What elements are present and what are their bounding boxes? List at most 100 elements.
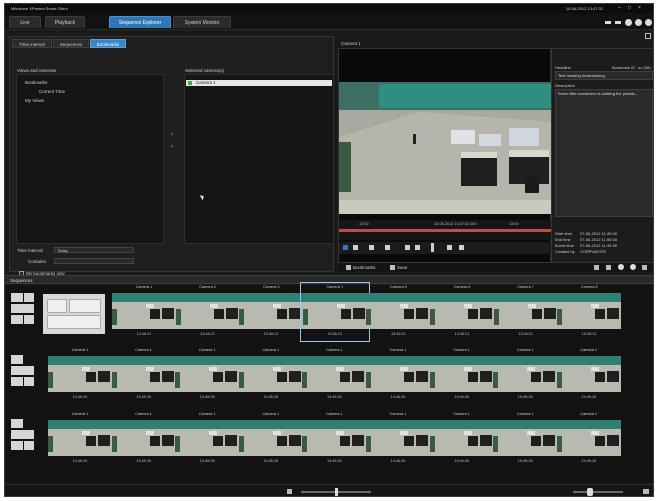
undock-icon[interactable] [642,265,647,270]
sequence-thumbnail[interactable]: Camera 1 13:46:26 [238,348,303,402]
save-button[interactable]: Save [390,264,407,271]
tree-item-bookmarks[interactable]: Bookmarks [25,80,48,85]
sequence-layout-preview[interactable] [43,294,105,334]
speed-slider-knob[interactable] [431,243,434,252]
thumbnail-slider-knob[interactable] [335,488,338,496]
sequence-thumbnail[interactable]: Camera 2 13:46:21 [175,285,240,339]
thumbnail-image [302,293,367,329]
contains-input[interactable] [54,258,134,264]
selected-cameras-list: Camera 1 [184,74,334,244]
sequence-thumbnail[interactable]: Camera 1 13:46:26 [302,348,367,402]
sequence-thumbnail[interactable]: Camera 1 13:46:26 [48,348,112,402]
thumbnail-time-label: 13:46:26 [581,395,597,399]
zoom-icon[interactable] [353,245,358,250]
sequence-thumbnail[interactable]: Camera 1 13:46:26 [48,412,112,466]
export-icon[interactable] [618,264,624,270]
camera-viewer[interactable]: 12:00 10-06-2012 13:47:32.000 13:00 [338,48,552,263]
thumbnail-camera-label: Camera 1 [389,412,407,416]
play-reverse-icon[interactable] [415,245,420,250]
thumbnail-camera-label: Camera 1 [135,285,153,289]
sequence-thumbnail[interactable]: Camera 1 13:46:26 [556,348,621,402]
tab-time-interval[interactable]: Time interval [12,39,52,48]
time-span-slider[interactable] [573,491,623,493]
sequence-layout-icon[interactable] [9,355,35,393]
thumbnail-image [238,356,303,392]
sequence-thumbnail[interactable]: Camera 3 13:46:21 [239,285,304,339]
delete-icon[interactable] [606,265,611,270]
end-time-label: End time [555,237,571,242]
remove-camera-icon[interactable]: ‹ [171,144,173,150]
camera-timeline[interactable]: 12:00 10-06-2012 13:47:32.000 13:00 [339,220,552,240]
sequence-thumbnail[interactable]: Camera 1 13:46:26 [429,412,494,466]
tab-sequences[interactable]: Sequences [53,39,89,48]
edit-icon[interactable] [594,265,599,270]
next-page-icon[interactable] [643,489,649,494]
time-span-slider-knob[interactable] [587,488,593,496]
thumbnail-time-label: 13:46:21 [518,332,533,336]
sequence-thumbnail[interactable]: Camera 1 13:46:26 [175,412,240,466]
thumbnail-size-icon[interactable] [287,489,292,494]
sequence-thumbnail[interactable]: Camera 1 13:46:26 [366,348,430,402]
bookmarks-button[interactable]: Bookmarks [346,264,376,271]
description-field[interactable]: Some little wonderers is walking the ped… [555,89,653,217]
thumbnail-time-label: 13:46:26 [136,395,151,399]
sequence-thumbnail[interactable]: Camera 1 13:46:26 [175,348,240,402]
sequence-layout-icon[interactable] [9,293,35,331]
rewind-icon[interactable] [385,245,390,250]
sequence-thumbnail[interactable]: Camera 1 13:46:21 [299,282,370,342]
sequence-layout-icon[interactable] [9,419,35,457]
sequence-thumbnail[interactable]: Camera 7 13:46:21 [493,285,558,339]
sequence-thumbnail[interactable]: Camera 1 13:46:26 [238,412,303,466]
back-icon[interactable] [605,21,611,24]
sequence-thumbnail[interactable]: Camera 1 13:46:26 [493,412,558,466]
step-forward-icon[interactable] [459,245,464,250]
thumbnail-time-label: 13:46:21 [263,332,279,336]
minimize-icon[interactable]: – [616,6,623,11]
play-forward-icon[interactable] [447,245,452,250]
help-icon[interactable] [635,19,642,26]
step-back-icon[interactable] [405,245,410,250]
headline-field[interactable]: Test heading bookmarking [555,71,653,80]
sequence-thumbnail[interactable]: Camera 1 13:46:21 [112,285,176,339]
tab-system-monitor[interactable]: System Monitor [173,16,231,28]
close-icon[interactable]: × [636,6,643,11]
sequence-thumbnail[interactable]: Camera 1 13:46:26 [111,412,176,466]
thumbnail-camera-label: Camera 1 [198,348,216,352]
selected-camera-name: Camera 1 [196,80,216,85]
thumbnail-camera-label: Camera 6 [453,285,471,289]
sequence-thumbnail[interactable]: Camera 5 13:46:21 [366,285,431,339]
select-mode-icon[interactable] [343,245,348,250]
sequence-thumbnail[interactable]: Camera 1 13:46:26 [302,412,367,466]
sequence-thumbnail[interactable]: Camera 6 13:46:21 [430,285,494,339]
thumbnail-image [239,293,304,329]
bookmark-properties-panel: Headline Bookmark ID no (38) Test headin… [551,48,653,263]
tab-bookmarks[interactable]: Bookmarks [90,39,126,48]
print-icon[interactable] [630,264,636,270]
sequence-thumbnail[interactable]: Camera 1 13:46:26 [366,412,430,466]
add-camera-icon[interactable]: › [171,132,173,138]
timeline-recording-bar[interactable] [339,229,552,232]
sequence-thumbnail[interactable]: Camera 8 13:46:21 [557,285,622,339]
selected-camera-item[interactable]: Camera 1 [186,80,332,86]
tab-playback[interactable]: Playback [45,16,85,28]
thumbnail-image [175,293,240,329]
sequence-thumbnail[interactable]: Camera 1 13:46:26 [493,348,558,402]
tab-live[interactable]: Live [9,16,41,28]
thumbnail-camera-label: Camera 1 [580,412,598,416]
thumbnail-image [302,420,367,456]
sequence-thumbnail[interactable]: Camera 1 13:46:26 [111,348,176,402]
tree-item-my-views[interactable]: My Views [25,98,44,103]
options-icon[interactable] [625,19,632,26]
contains-label: Contains [28,259,46,264]
maximize-icon[interactable]: □ [626,6,633,11]
logout-icon[interactable] [645,19,652,26]
settings-gear-icon[interactable] [645,33,651,39]
setup-icon[interactable] [615,21,621,24]
tree-item-current-time[interactable]: Current Time [39,89,65,94]
previous-sequence-icon[interactable] [369,245,374,250]
tab-sequence-explorer[interactable]: Sequence Explorer [109,16,171,28]
time-interval-select[interactable]: Today [54,247,134,253]
sequence-thumbnail[interactable]: Camera 1 13:46:26 [556,412,621,466]
camera-feed-image [339,82,552,214]
sequence-thumbnail[interactable]: Camera 1 13:46:26 [429,348,494,402]
